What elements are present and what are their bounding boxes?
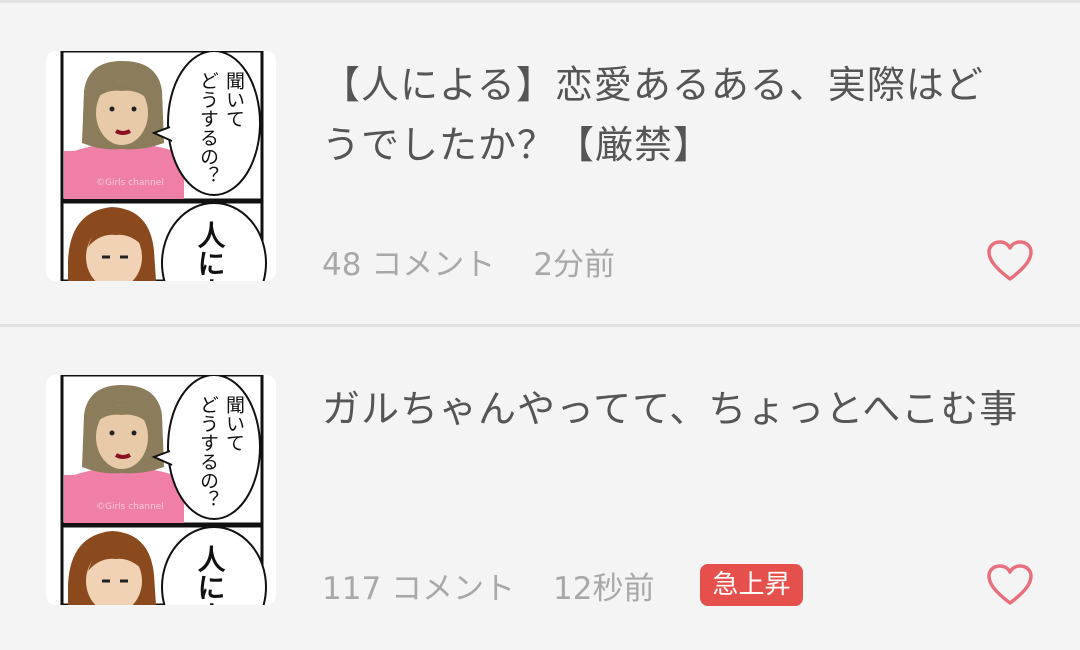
- manga-thumbnail-image: ©Girls channel 聞いて どうするの？ 人によ: [46, 51, 276, 281]
- topic-title[interactable]: ガルちゃんやってて、ちょっとへこむ事: [322, 379, 1022, 439]
- topic-meta: 117 コメント 12秒前 急上昇: [322, 563, 803, 607]
- post-time: 12秒前: [553, 570, 655, 607]
- watermark-text: ©Girls channel: [96, 502, 164, 512]
- manga-thumbnail-image: ©Girls channel 聞いて どうするの？ 人によ: [46, 375, 276, 605]
- watermark-text: ©Girls channel: [96, 178, 164, 188]
- post-time: 2分前: [533, 246, 616, 283]
- topic-meta: 48 コメント 2分前: [322, 239, 615, 283]
- topic-thumbnail: ©Girls channel 聞いて どうするの？ 人によ: [46, 375, 276, 605]
- svg-text:聞いて: 聞いて: [223, 395, 245, 452]
- svg-text:どうするの？: どうするの？: [197, 71, 219, 185]
- topic-list: ©Girls channel 聞いて どうするの？ 人によ 【人による】恋愛ある…: [0, 0, 1080, 650]
- topic-thumbnail: ©Girls channel 聞いて どうするの？ 人によ: [46, 51, 276, 281]
- heart-outline-icon[interactable]: [986, 239, 1034, 283]
- svg-text:聞いて: 聞いて: [223, 71, 245, 128]
- topic-item[interactable]: ©Girls channel 聞いて どうするの？ 人によ ガルちゃんやってて、…: [0, 327, 1080, 645]
- comment-count: 117 コメント: [322, 570, 516, 607]
- topic-item[interactable]: ©Girls channel 聞いて どうするの？ 人によ 【人による】恋愛ある…: [0, 3, 1080, 321]
- svg-text:人によ: 人によ: [194, 545, 227, 605]
- topic-title[interactable]: 【人による】恋愛あるある、実際はどうでしたか？【厳禁】: [322, 55, 1022, 175]
- heart-outline-icon[interactable]: [986, 563, 1034, 607]
- svg-text:どうするの？: どうするの？: [197, 395, 219, 509]
- comment-count: 48 コメント: [322, 246, 496, 283]
- svg-text:人によ: 人によ: [194, 221, 227, 281]
- trending-badge: 急上昇: [700, 564, 803, 606]
